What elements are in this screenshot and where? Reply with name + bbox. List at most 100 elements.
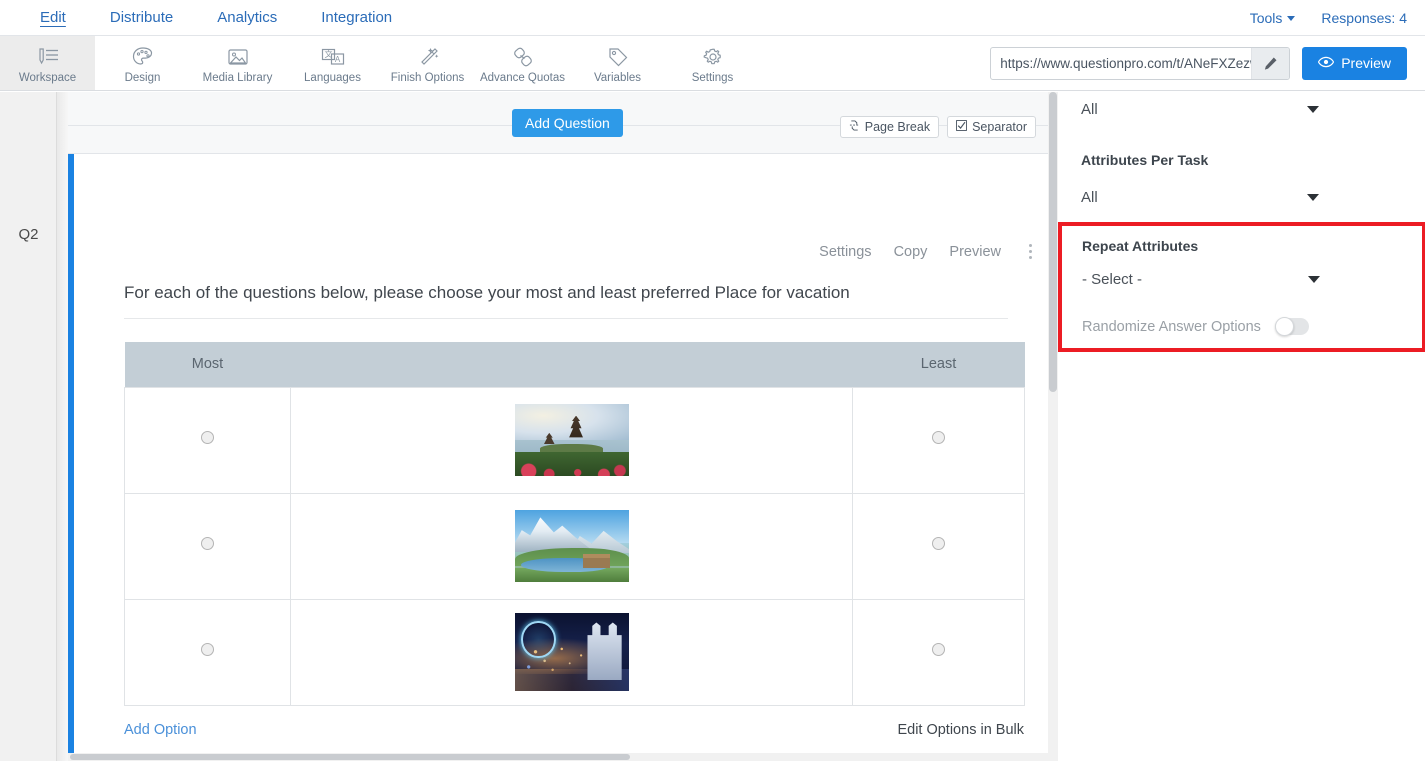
magic-wand-icon	[416, 45, 440, 69]
matrix-cell-most[interactable]	[124, 598, 291, 706]
radio-least-row3[interactable]	[932, 643, 945, 657]
toolbar-tab-workspace[interactable]: Workspace	[0, 36, 95, 90]
toolbar-tab-settings[interactable]: Settings	[665, 36, 760, 90]
swiss-alps-mountain-lake-photo[interactable]	[514, 510, 629, 583]
canvas-hscrollbar-thumb[interactable]	[70, 754, 630, 760]
attributes-per-task-value: All	[1081, 188, 1098, 206]
repeat-attributes-label: Repeat Attributes	[1082, 238, 1199, 254]
matrix-cell-least[interactable]	[852, 598, 1025, 706]
canvas-scrollbar-thumb[interactable]	[1049, 92, 1057, 392]
matrix-cell-image	[290, 386, 853, 494]
attributes-per-task-field: Attributes Per Task All	[1059, 126, 1425, 214]
kebab-menu-icon[interactable]	[1023, 242, 1038, 261]
toolbar-tab-workspace-label: Workspace	[18, 72, 77, 84]
toolbar-right-group: https://www.questionpro.com/t/ANeFXZezwu…	[990, 36, 1425, 90]
radio-most-row2[interactable]	[201, 537, 214, 551]
matrix-cell-most[interactable]	[124, 386, 291, 494]
top-select-field: All	[1059, 92, 1425, 126]
add-question-button[interactable]: Add Question	[512, 109, 623, 137]
menu-item-edit[interactable]: Edit	[18, 0, 88, 35]
toolbar-tab-media-library[interactable]: Media Library	[190, 36, 285, 90]
menu-item-integration[interactable]: Integration	[299, 0, 414, 35]
link-icon	[511, 45, 535, 69]
main-menu-bar: Edit Distribute Analytics Integration To…	[0, 0, 1425, 36]
toolbar-tab-design[interactable]: Design	[95, 36, 190, 90]
question-settings-panel: All Attributes Per Task All Repeat Attri…	[1058, 92, 1425, 761]
randomize-answer-options-label: Randomize Answer Options	[1082, 318, 1261, 335]
toolbar-tab-finish-options-label: Finish Options	[390, 72, 465, 84]
eye-icon	[1318, 55, 1335, 71]
strip-button-group: Page Break Separator	[839, 116, 1036, 138]
toolbar-tab-advance-quotas[interactable]: Advance Quotas	[475, 36, 570, 90]
question-text-underline	[124, 318, 1008, 320]
separator-button[interactable]: Separator	[947, 116, 1036, 138]
radio-most-row3[interactable]	[201, 643, 214, 657]
question-settings-link[interactable]: Settings	[819, 244, 871, 260]
bali-temple-lake-photo[interactable]	[514, 404, 629, 477]
edit-options-in-bulk-link[interactable]: Edit Options in Bulk	[897, 722, 1024, 738]
repeat-attributes-select[interactable]: - Select -	[1082, 262, 1320, 296]
image-icon	[226, 45, 250, 69]
matrix-header-least: Least	[852, 342, 1025, 388]
top-select-value: All	[1081, 100, 1098, 118]
canvas-horizontal-scrollbar[interactable]	[68, 753, 1058, 761]
question-text[interactable]: For each of the questions below, please …	[74, 154, 1058, 304]
page-break-icon	[849, 120, 860, 134]
chevron-down-icon	[1308, 276, 1320, 283]
matrix-header-blank	[290, 342, 853, 388]
survey-url-box[interactable]: https://www.questionpro.com/t/ANeFXZezwu	[990, 46, 1291, 80]
palette-icon	[131, 45, 155, 69]
translate-icon: 文A	[320, 45, 346, 69]
repeat-attributes-section: Repeat Attributes - Select - Randomize A…	[1062, 226, 1422, 336]
matrix-cell-image	[290, 492, 853, 600]
radio-most-row1[interactable]	[201, 431, 214, 445]
page-break-label: Page Break	[864, 120, 931, 134]
toolbar-tab-media-library-label: Media Library	[202, 72, 273, 84]
menu-item-distribute[interactable]: Distribute	[88, 0, 195, 35]
preview-button-label: Preview	[1341, 55, 1391, 71]
question-number-gutter	[0, 92, 57, 761]
radio-least-row2[interactable]	[932, 537, 945, 551]
london-night-skyline-photo[interactable]	[514, 613, 629, 692]
chevron-down-icon	[1287, 16, 1296, 22]
toolbar-tab-variables[interactable]: Variables	[570, 36, 665, 90]
randomize-answer-options-toggle[interactable]	[1274, 317, 1309, 336]
matrix-cell-most[interactable]	[124, 492, 291, 600]
add-question-strip: Add Question Page Break Separator	[68, 92, 1058, 154]
matrix-header: Most Least	[124, 342, 1025, 388]
question-copy-link[interactable]: Copy	[894, 244, 928, 260]
attributes-per-task-label: Attributes Per Task	[1081, 152, 1209, 168]
separator-label: Separator	[972, 120, 1027, 134]
chevron-down-icon	[1307, 106, 1319, 113]
toolbar-tab-finish-options[interactable]: Finish Options	[380, 36, 475, 90]
gear-icon	[701, 45, 725, 69]
editor-toolbar: Workspace Design Media Library 文A Langua…	[0, 36, 1425, 91]
add-option-link[interactable]: Add Option	[124, 722, 197, 738]
table-row	[124, 386, 1025, 494]
pencil-icon[interactable]	[1251, 47, 1290, 79]
toolbar-tab-languages-label: Languages	[304, 72, 361, 84]
randomize-toggle-knob	[1274, 317, 1294, 336]
question-preview-link[interactable]: Preview	[949, 244, 1001, 260]
matrix-cell-least[interactable]	[852, 492, 1025, 600]
toolbar-tab-design-label: Design	[124, 72, 161, 84]
responses-count[interactable]: Responses: 4	[1321, 10, 1407, 26]
question-number-label: Q2	[18, 226, 39, 243]
page-break-button[interactable]: Page Break	[839, 116, 940, 138]
matrix-cell-least[interactable]	[852, 386, 1025, 494]
toolbar-tab-languages[interactable]: 文A Languages	[285, 36, 380, 90]
checkbox-icon	[956, 120, 968, 134]
tools-menu-label: Tools	[1249, 9, 1283, 26]
attributes-per-task-select[interactable]: All	[1081, 180, 1319, 214]
radio-least-row1[interactable]	[932, 431, 945, 445]
menu-item-analytics[interactable]: Analytics	[195, 0, 299, 35]
top-select[interactable]: All	[1081, 92, 1319, 126]
repeat-attributes-highlight: Repeat Attributes - Select - Randomize A…	[1058, 222, 1425, 352]
survey-url-text: https://www.questionpro.com/t/ANeFXZezwu	[1000, 55, 1252, 71]
survey-canvas: Add Question Page Break Separator Settin…	[68, 92, 1058, 761]
toolbar-tab-variables-label: Variables	[593, 72, 642, 84]
canvas-vertical-scrollbar[interactable]	[1048, 92, 1058, 761]
matrix-cell-image	[290, 598, 853, 706]
preview-button[interactable]: Preview	[1302, 46, 1407, 80]
tools-menu[interactable]: Tools	[1250, 10, 1296, 26]
